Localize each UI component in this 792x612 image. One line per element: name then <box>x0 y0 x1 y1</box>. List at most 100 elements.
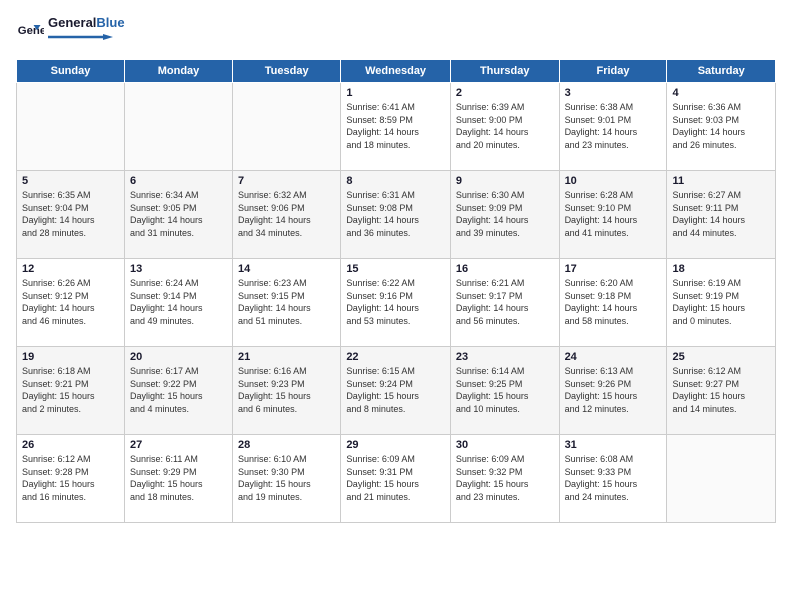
calendar-cell: 23 Sunrise: 6:14 AM Sunset: 9:25 PM Dayli… <box>450 347 559 435</box>
day-info: Sunrise: 6:18 AM Sunset: 9:21 PM Dayligh… <box>22 365 119 415</box>
logo-underline <box>48 34 128 42</box>
calendar-week-5: 26 Sunrise: 6:12 AM Sunset: 9:28 PM Dayli… <box>17 435 776 523</box>
calendar-cell: 14 Sunrise: 6:23 AM Sunset: 9:15 PM Dayli… <box>233 259 341 347</box>
calendar-cell: 1 Sunrise: 6:41 AM Sunset: 8:59 PM Daylig… <box>341 83 451 171</box>
calendar-cell: 25 Sunrise: 6:12 AM Sunset: 9:27 PM Dayli… <box>667 347 776 435</box>
weekday-header-monday: Monday <box>124 60 232 83</box>
day-info: Sunrise: 6:32 AM Sunset: 9:06 PM Dayligh… <box>238 189 335 239</box>
day-number: 1 <box>346 87 445 99</box>
svg-text:General: General <box>18 24 44 36</box>
calendar-cell: 20Sunrise: 6:17 AM Sunset: 9:22 PM Dayli… <box>124 347 232 435</box>
day-number: 11 <box>672 175 770 187</box>
calendar-week-3: 12 Sunrise: 6:26 AM Sunset: 9:12 PM Dayli… <box>17 259 776 347</box>
calendar-cell: 22 Sunrise: 6:15 AM Sunset: 9:24 PM Dayli… <box>341 347 451 435</box>
day-info: Sunrise: 6:21 AM Sunset: 9:17 PM Dayligh… <box>456 277 554 327</box>
day-info: Sunrise: 6:09 AM Sunset: 9:31 PM Dayligh… <box>346 453 445 503</box>
day-number: 25 <box>672 351 770 363</box>
calendar-cell: 30Sunrise: 6:09 AM Sunset: 9:32 PM Dayli… <box>450 435 559 523</box>
calendar-cell: 7 Sunrise: 6:32 AM Sunset: 9:06 PM Daylig… <box>233 171 341 259</box>
day-info: Sunrise: 6:23 AM Sunset: 9:15 PM Dayligh… <box>238 277 335 327</box>
weekday-header-saturday: Saturday <box>667 60 776 83</box>
calendar-cell: 15 Sunrise: 6:22 AM Sunset: 9:16 PM Dayli… <box>341 259 451 347</box>
day-number: 26 <box>22 439 119 451</box>
day-info: Sunrise: 6:36 AM Sunset: 9:03 PM Dayligh… <box>672 101 770 151</box>
day-number: 16 <box>456 263 554 275</box>
day-info: Sunrise: 6:15 AM Sunset: 9:24 PM Dayligh… <box>346 365 445 415</box>
day-number: 5 <box>22 175 119 187</box>
calendar-cell: 8Sunrise: 6:31 AM Sunset: 9:08 PM Daylig… <box>341 171 451 259</box>
calendar-cell: 27 Sunrise: 6:11 AM Sunset: 9:29 PM Dayli… <box>124 435 232 523</box>
calendar-cell: 24 Sunrise: 6:13 AM Sunset: 9:26 PM Dayli… <box>559 347 667 435</box>
day-number: 13 <box>130 263 227 275</box>
weekday-header-row: SundayMondayTuesdayWednesdayThursdayFrid… <box>17 60 776 83</box>
weekday-header-sunday: Sunday <box>17 60 125 83</box>
day-number: 7 <box>238 175 335 187</box>
calendar-cell: 18 Sunrise: 6:19 AM Sunset: 9:19 PM Dayli… <box>667 259 776 347</box>
calendar-week-2: 5 Sunrise: 6:35 AM Sunset: 9:04 PM Daylig… <box>17 171 776 259</box>
day-number: 4 <box>672 87 770 99</box>
day-number: 19 <box>22 351 119 363</box>
day-info: Sunrise: 6:30 AM Sunset: 9:09 PM Dayligh… <box>456 189 554 239</box>
logo: General GeneralBlue <box>16 16 128 47</box>
calendar-cell: 9 Sunrise: 6:30 AM Sunset: 9:09 PM Daylig… <box>450 171 559 259</box>
day-info: Sunrise: 6:41 AM Sunset: 8:59 PM Dayligh… <box>346 101 445 151</box>
weekday-header-thursday: Thursday <box>450 60 559 83</box>
weekday-header-wednesday: Wednesday <box>341 60 451 83</box>
page-header: General GeneralBlue <box>16 16 776 47</box>
day-info: Sunrise: 6:35 AM Sunset: 9:04 PM Dayligh… <box>22 189 119 239</box>
day-number: 10 <box>565 175 662 187</box>
calendar-week-4: 19 Sunrise: 6:18 AM Sunset: 9:21 PM Dayli… <box>17 347 776 435</box>
day-number: 22 <box>346 351 445 363</box>
calendar-cell: 21Sunrise: 6:16 AM Sunset: 9:23 PM Dayli… <box>233 347 341 435</box>
day-number: 18 <box>672 263 770 275</box>
day-number: 17 <box>565 263 662 275</box>
day-number: 31 <box>565 439 662 451</box>
logo-icon: General <box>16 18 44 46</box>
day-number: 9 <box>456 175 554 187</box>
day-info: Sunrise: 6:28 AM Sunset: 9:10 PM Dayligh… <box>565 189 662 239</box>
day-number: 6 <box>130 175 227 187</box>
day-number: 2 <box>456 87 554 99</box>
calendar-cell: 17Sunrise: 6:20 AM Sunset: 9:18 PM Dayli… <box>559 259 667 347</box>
calendar-table: SundayMondayTuesdayWednesdayThursdayFrid… <box>16 59 776 523</box>
day-number: 8 <box>346 175 445 187</box>
day-number: 24 <box>565 351 662 363</box>
calendar-cell: 3Sunrise: 6:38 AM Sunset: 9:01 PM Daylig… <box>559 83 667 171</box>
calendar-cell: 4 Sunrise: 6:36 AM Sunset: 9:03 PM Daylig… <box>667 83 776 171</box>
calendar-cell: 19 Sunrise: 6:18 AM Sunset: 9:21 PM Dayli… <box>17 347 125 435</box>
calendar-cell: 5 Sunrise: 6:35 AM Sunset: 9:04 PM Daylig… <box>17 171 125 259</box>
day-number: 27 <box>130 439 227 451</box>
calendar-cell: 16 Sunrise: 6:21 AM Sunset: 9:17 PM Dayli… <box>450 259 559 347</box>
calendar-cell <box>667 435 776 523</box>
day-info: Sunrise: 6:13 AM Sunset: 9:26 PM Dayligh… <box>565 365 662 415</box>
day-info: Sunrise: 6:10 AM Sunset: 9:30 PM Dayligh… <box>238 453 335 503</box>
day-number: 14 <box>238 263 335 275</box>
day-info: Sunrise: 6:26 AM Sunset: 9:12 PM Dayligh… <box>22 277 119 327</box>
day-info: Sunrise: 6:12 AM Sunset: 9:27 PM Dayligh… <box>672 365 770 415</box>
calendar-cell: 29Sunrise: 6:09 AM Sunset: 9:31 PM Dayli… <box>341 435 451 523</box>
calendar-cell: 13Sunrise: 6:24 AM Sunset: 9:14 PM Dayli… <box>124 259 232 347</box>
day-info: Sunrise: 6:17 AM Sunset: 9:22 PM Dayligh… <box>130 365 227 415</box>
day-number: 15 <box>346 263 445 275</box>
day-number: 30 <box>456 439 554 451</box>
calendar-cell: 26 Sunrise: 6:12 AM Sunset: 9:28 PM Dayli… <box>17 435 125 523</box>
day-info: Sunrise: 6:19 AM Sunset: 9:19 PM Dayligh… <box>672 277 770 327</box>
calendar-cell: 31Sunrise: 6:08 AM Sunset: 9:33 PM Dayli… <box>559 435 667 523</box>
calendar-cell <box>124 83 232 171</box>
day-info: Sunrise: 6:12 AM Sunset: 9:28 PM Dayligh… <box>22 453 119 503</box>
calendar-cell: 12 Sunrise: 6:26 AM Sunset: 9:12 PM Dayli… <box>17 259 125 347</box>
weekday-header-friday: Friday <box>559 60 667 83</box>
day-number: 12 <box>22 263 119 275</box>
day-number: 21 <box>238 351 335 363</box>
calendar-cell: 2Sunrise: 6:39 AM Sunset: 9:00 PM Daylig… <box>450 83 559 171</box>
calendar-cell: 28Sunrise: 6:10 AM Sunset: 9:30 PM Dayli… <box>233 435 341 523</box>
calendar-cell: 10 Sunrise: 6:28 AM Sunset: 9:10 PM Dayli… <box>559 171 667 259</box>
day-info: Sunrise: 6:14 AM Sunset: 9:25 PM Dayligh… <box>456 365 554 415</box>
day-info: Sunrise: 6:22 AM Sunset: 9:16 PM Dayligh… <box>346 277 445 327</box>
day-number: 23 <box>456 351 554 363</box>
day-info: Sunrise: 6:11 AM Sunset: 9:29 PM Dayligh… <box>130 453 227 503</box>
calendar-week-1: 1 Sunrise: 6:41 AM Sunset: 8:59 PM Daylig… <box>17 83 776 171</box>
calendar-cell: 6Sunrise: 6:34 AM Sunset: 9:05 PM Daylig… <box>124 171 232 259</box>
day-number: 3 <box>565 87 662 99</box>
calendar-cell <box>17 83 125 171</box>
